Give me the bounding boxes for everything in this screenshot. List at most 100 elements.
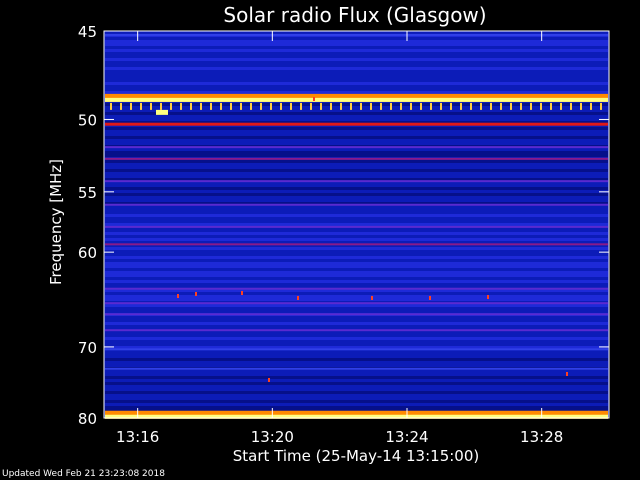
intensity-band bbox=[105, 302, 608, 305]
texture-row bbox=[105, 397, 608, 400]
texture-row bbox=[105, 364, 608, 367]
texture-row bbox=[105, 274, 608, 277]
burst-tick bbox=[350, 102, 352, 110]
texture-row bbox=[105, 379, 608, 382]
intensity-band bbox=[105, 122, 608, 126]
texture-row bbox=[105, 193, 608, 196]
texture-row bbox=[105, 55, 608, 58]
texture-row bbox=[105, 67, 608, 70]
texture-row bbox=[105, 166, 608, 169]
texture-row bbox=[105, 169, 608, 172]
burst-tick bbox=[530, 102, 532, 110]
texture-row bbox=[105, 136, 608, 139]
texture-row bbox=[105, 115, 608, 118]
texture-row bbox=[105, 133, 608, 136]
texture-row bbox=[105, 247, 608, 250]
burst-tick bbox=[110, 102, 112, 110]
texture-row bbox=[105, 64, 608, 67]
burst-tick bbox=[400, 102, 402, 110]
burst-tick bbox=[520, 102, 522, 110]
burst-tick bbox=[140, 102, 142, 110]
burst-tick bbox=[430, 102, 432, 110]
burst-tick bbox=[330, 102, 332, 110]
texture-row bbox=[105, 58, 608, 61]
texture-row bbox=[105, 199, 608, 202]
texture-row bbox=[105, 154, 608, 157]
texture-row bbox=[105, 352, 608, 355]
texture-row bbox=[105, 307, 608, 310]
x-tick-label: 13:20 bbox=[251, 428, 294, 446]
burst-tick bbox=[470, 102, 472, 110]
texture-row bbox=[105, 394, 608, 397]
burst-dot bbox=[241, 291, 243, 295]
burst-tick bbox=[480, 102, 482, 110]
y-tick-label: 80 bbox=[78, 410, 97, 428]
burst-tick bbox=[240, 102, 242, 110]
texture-row bbox=[105, 52, 608, 55]
burst-tick bbox=[450, 102, 452, 110]
texture-row bbox=[105, 130, 608, 133]
x-tick-label: 13:16 bbox=[116, 428, 159, 446]
burst-tick bbox=[250, 102, 252, 110]
texture-row bbox=[105, 403, 608, 406]
chart-title: Solar radio Flux (Glasgow) bbox=[223, 3, 486, 27]
burst-tick bbox=[210, 102, 212, 110]
texture-row bbox=[105, 331, 608, 334]
texture-row bbox=[105, 187, 608, 190]
texture-row bbox=[105, 112, 608, 115]
texture-row bbox=[105, 256, 608, 259]
burst-tick bbox=[300, 102, 302, 110]
texture-row bbox=[105, 73, 608, 76]
y-tick-label: 60 bbox=[78, 244, 97, 262]
burst-tick bbox=[130, 102, 132, 110]
intensity-band bbox=[105, 225, 608, 228]
texture-row bbox=[105, 82, 608, 85]
texture-row bbox=[105, 355, 608, 358]
texture-row bbox=[105, 406, 608, 409]
burst-tick bbox=[560, 102, 562, 110]
burst-tick bbox=[460, 102, 462, 110]
texture-row bbox=[105, 322, 608, 325]
texture-row bbox=[105, 325, 608, 328]
burst-tick bbox=[420, 102, 422, 110]
texture-row bbox=[105, 175, 608, 178]
burst-tick bbox=[170, 102, 172, 110]
burst-tick bbox=[380, 102, 382, 110]
burst-tick bbox=[190, 102, 192, 110]
texture-row bbox=[105, 76, 608, 79]
burst-tick bbox=[320, 102, 322, 110]
texture-row bbox=[105, 358, 608, 361]
intensity-band bbox=[105, 180, 608, 183]
texture-row bbox=[105, 163, 608, 166]
burst-tick bbox=[220, 102, 222, 110]
intensity-band bbox=[105, 287, 608, 290]
burst-tick bbox=[590, 102, 592, 110]
burst-dot bbox=[566, 372, 568, 376]
texture-row bbox=[105, 283, 608, 286]
texture-row bbox=[105, 79, 608, 82]
texture-row bbox=[105, 184, 608, 187]
texture-row bbox=[105, 49, 608, 52]
texture-row bbox=[105, 88, 608, 91]
intensity-band bbox=[105, 33, 608, 36]
texture-row bbox=[105, 310, 608, 313]
texture-row bbox=[105, 232, 608, 235]
intensity-band bbox=[105, 313, 608, 316]
intensity-band bbox=[105, 97, 608, 102]
texture-row bbox=[105, 280, 608, 283]
y-tick-label: 50 bbox=[78, 111, 97, 129]
burst-dot bbox=[195, 292, 197, 296]
burst-tick bbox=[230, 102, 232, 110]
texture-row bbox=[105, 190, 608, 193]
burst-tick bbox=[200, 102, 202, 110]
texture-row bbox=[105, 118, 608, 121]
intensity-bands bbox=[105, 31, 608, 419]
texture-row bbox=[105, 211, 608, 214]
texture-row bbox=[105, 391, 608, 394]
burst-tick bbox=[260, 102, 262, 110]
texture-row bbox=[105, 37, 608, 40]
texture-row bbox=[105, 259, 608, 262]
intensity-band bbox=[105, 203, 608, 206]
y-tick-label: 55 bbox=[78, 184, 97, 202]
texture-row bbox=[105, 316, 608, 319]
